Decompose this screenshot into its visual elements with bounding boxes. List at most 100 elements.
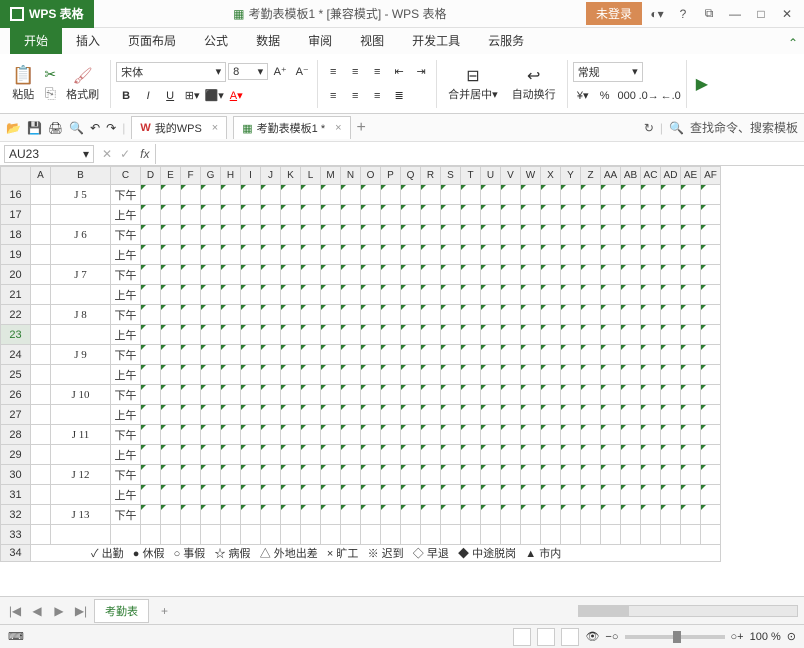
cell[interactable] [181, 345, 201, 365]
cell[interactable] [701, 305, 721, 325]
cell[interactable] [381, 245, 401, 265]
cell[interactable] [501, 465, 521, 485]
cell[interactable] [141, 445, 161, 465]
cell[interactable] [701, 225, 721, 245]
cell[interactable] [441, 185, 461, 205]
cell[interactable] [421, 265, 441, 285]
tab-start[interactable]: 开始 [10, 27, 62, 54]
cell[interactable] [621, 445, 641, 465]
cell[interactable] [441, 305, 461, 325]
font-color-button[interactable]: A▾ [226, 86, 246, 106]
col-header[interactable]: L [301, 167, 321, 185]
cell[interactable] [461, 365, 481, 385]
cell[interactable] [641, 505, 661, 525]
cell[interactable] [201, 465, 221, 485]
cell[interactable] [481, 325, 501, 345]
row-header[interactable]: 19 [1, 245, 31, 265]
cell[interactable]: J 9 [51, 345, 111, 365]
cell[interactable] [461, 505, 481, 525]
cell[interactable] [461, 185, 481, 205]
cell[interactable] [201, 365, 221, 385]
cell[interactable] [161, 205, 181, 225]
cell[interactable] [261, 365, 281, 385]
col-header[interactable]: R [421, 167, 441, 185]
cell[interactable] [421, 345, 441, 365]
cell[interactable] [681, 445, 701, 465]
cell[interactable] [521, 505, 541, 525]
col-header[interactable]: AC [641, 167, 661, 185]
cell[interactable] [681, 285, 701, 305]
cell[interactable] [421, 225, 441, 245]
cell[interactable] [361, 265, 381, 285]
cell[interactable] [701, 465, 721, 485]
cell[interactable] [201, 305, 221, 325]
col-header[interactable]: I [241, 167, 261, 185]
cell[interactable] [421, 205, 441, 225]
cell[interactable] [361, 365, 381, 385]
col-header[interactable]: AA [601, 167, 621, 185]
cell[interactable] [501, 285, 521, 305]
cell[interactable] [661, 505, 681, 525]
cell[interactable] [321, 345, 341, 365]
cell[interactable] [301, 205, 321, 225]
cell[interactable] [261, 445, 281, 465]
cell[interactable] [141, 425, 161, 445]
cell[interactable]: 下午 [111, 385, 141, 405]
cell[interactable] [641, 265, 661, 285]
cell[interactable] [481, 305, 501, 325]
cell[interactable] [541, 345, 561, 365]
cell[interactable] [161, 265, 181, 285]
cell[interactable] [421, 305, 441, 325]
cell[interactable] [31, 285, 51, 305]
cell[interactable] [461, 285, 481, 305]
cell[interactable] [161, 185, 181, 205]
font-size-combo[interactable]: 8▾ [228, 63, 268, 80]
row-header[interactable]: 20 [1, 265, 31, 285]
cell[interactable] [641, 345, 661, 365]
cell[interactable] [301, 485, 321, 505]
cell[interactable] [281, 345, 301, 365]
cell[interactable] [481, 365, 501, 385]
cell[interactable] [461, 445, 481, 465]
cell[interactable] [161, 365, 181, 385]
cell[interactable] [261, 265, 281, 285]
cell[interactable] [341, 205, 361, 225]
cell[interactable]: 下午 [111, 225, 141, 245]
cell[interactable] [661, 185, 681, 205]
cell[interactable] [681, 325, 701, 345]
cell[interactable] [241, 225, 261, 245]
cell[interactable] [31, 485, 51, 505]
cell[interactable] [581, 485, 601, 505]
cell[interactable] [31, 405, 51, 425]
row-header[interactable]: 31 [1, 485, 31, 505]
cell[interactable] [301, 305, 321, 325]
cell[interactable] [241, 505, 261, 525]
cell[interactable] [361, 305, 381, 325]
fill-color-button[interactable]: ⬛▾ [204, 86, 224, 106]
cell[interactable] [501, 365, 521, 385]
cell[interactable] [561, 465, 581, 485]
col-header[interactable]: E [161, 167, 181, 185]
cell[interactable] [181, 325, 201, 345]
cell[interactable] [501, 225, 521, 245]
zoom-out-icon[interactable]: −○ [605, 631, 618, 643]
cell[interactable] [621, 265, 641, 285]
cell[interactable] [561, 405, 581, 425]
cell[interactable] [541, 185, 561, 205]
cell[interactable] [421, 285, 441, 305]
tab-cloud[interactable]: 云服务 [474, 27, 538, 54]
cell[interactable] [141, 205, 161, 225]
cell[interactable] [501, 505, 521, 525]
cell[interactable] [141, 225, 161, 245]
cell[interactable] [541, 265, 561, 285]
cell[interactable] [441, 245, 461, 265]
cell[interactable] [641, 445, 661, 465]
col-header[interactable]: Y [561, 167, 581, 185]
cell[interactable] [561, 425, 581, 445]
cell[interactable] [661, 225, 681, 245]
cell[interactable] [361, 465, 381, 485]
cell[interactable] [301, 265, 321, 285]
cell[interactable] [161, 225, 181, 245]
cell[interactable] [401, 265, 421, 285]
cell[interactable]: J 10 [51, 385, 111, 405]
